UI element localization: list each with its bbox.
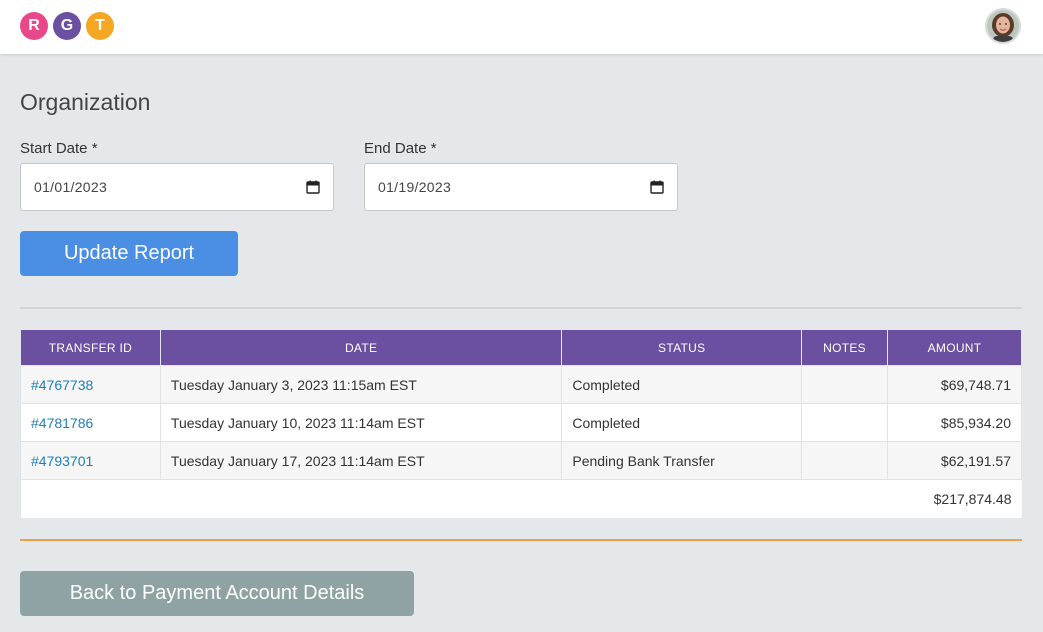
table-row: #4781786 Tuesday January 10, 2023 11:14a… <box>20 403 1022 442</box>
orange-divider <box>20 539 1022 541</box>
table-row: #4767738 Tuesday January 3, 2023 11:15am… <box>20 365 1022 404</box>
transfer-id-link[interactable]: #4793701 <box>31 453 93 469</box>
cell-notes <box>801 403 889 442</box>
start-date-value: 01/01/2023 <box>34 179 108 195</box>
cell-transfer-id: #4781786 <box>20 403 161 442</box>
start-date-label: Start Date * <box>20 140 98 157</box>
start-date-input[interactable]: 01/01/2023 <box>20 163 334 211</box>
header-status[interactable]: STATUS <box>561 329 803 366</box>
avatar-icon <box>987 10 1019 42</box>
cell-status: Completed <box>561 403 803 442</box>
transfer-id-link[interactable]: #4767738 <box>31 377 93 393</box>
back-to-account-button[interactable]: Back to Payment Account Details <box>20 571 414 616</box>
transfer-id-link[interactable]: #4781786 <box>31 415 93 431</box>
update-report-button[interactable]: Update Report <box>20 231 238 276</box>
table-total-row: $217,874.48 <box>20 479 1022 518</box>
table-header-row: TRANSFER ID DATE STATUS NOTES AMOUNT <box>20 329 1022 366</box>
transfers-table: TRANSFER ID DATE STATUS NOTES AMOUNT #47… <box>20 329 1022 518</box>
header-date[interactable]: DATE <box>159 329 563 366</box>
user-avatar[interactable] <box>985 8 1021 44</box>
cell-notes <box>801 365 889 404</box>
cell-transfer-id: #4793701 <box>20 441 161 480</box>
calendar-icon[interactable] <box>306 180 320 194</box>
cell-amount: $69,748.71 <box>887 365 1022 404</box>
total-spacer <box>20 479 888 518</box>
cell-status: Pending Bank Transfer <box>561 441 803 480</box>
end-date-input[interactable]: 01/19/2023 <box>364 163 678 211</box>
cell-transfer-id: #4767738 <box>20 365 161 404</box>
logo-letter-g: G <box>53 12 81 40</box>
cell-status: Completed <box>561 365 803 404</box>
end-date-value: 01/19/2023 <box>378 179 452 195</box>
page-title: Organization <box>20 89 151 115</box>
cell-amount: $85,934.20 <box>887 403 1022 442</box>
table-row: #4793701 Tuesday January 17, 2023 11:14a… <box>20 441 1022 480</box>
cell-date: Tuesday January 3, 2023 11:15am EST <box>159 365 563 404</box>
header-notes[interactable]: NOTES <box>801 329 889 366</box>
brand-logo[interactable]: R G T <box>20 12 119 40</box>
cell-date: Tuesday January 17, 2023 11:14am EST <box>159 441 563 480</box>
header-transfer-id[interactable]: TRANSFER ID <box>20 329 161 366</box>
header-amount[interactable]: AMOUNT <box>887 329 1022 366</box>
end-date-label: End Date * <box>364 140 437 157</box>
cell-amount: $62,191.57 <box>887 441 1022 480</box>
top-bar: R G T <box>0 0 1043 54</box>
total-amount: $217,874.48 <box>887 479 1022 518</box>
calendar-icon[interactable] <box>650 180 664 194</box>
logo-letter-t: T <box>86 12 114 40</box>
cell-date: Tuesday January 10, 2023 11:14am EST <box>159 403 563 442</box>
cell-notes <box>801 441 889 480</box>
logo-letter-r: R <box>20 12 48 40</box>
section-divider <box>20 307 1022 309</box>
